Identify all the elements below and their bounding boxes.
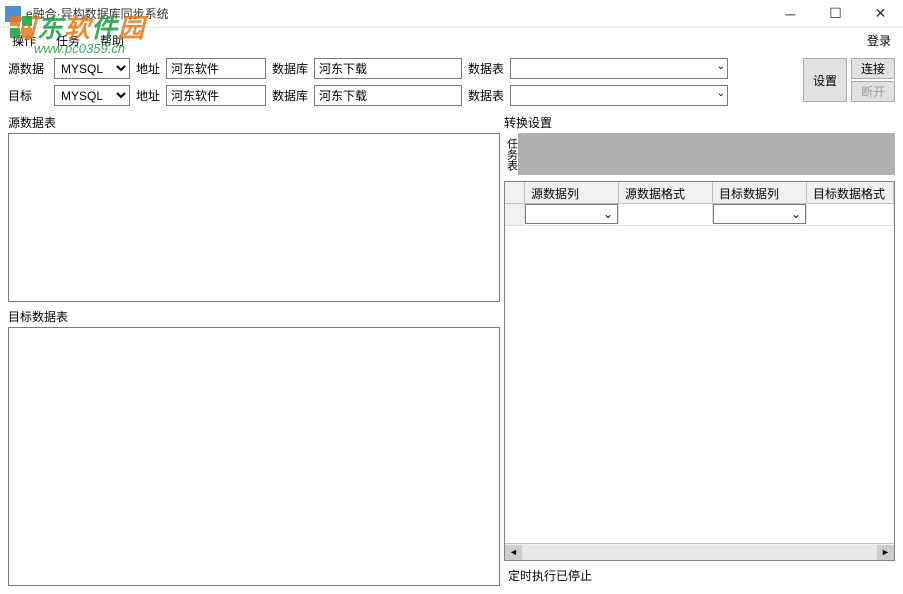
grid-row: ⌄ ⌄ <box>505 204 894 226</box>
scroll-right-icon[interactable]: ► <box>877 545 894 560</box>
mapping-grid: 源数据列 源数据格式 目标数据列 目标数据格式 ⌄ ⌄ ◄ ► <box>504 181 895 561</box>
scroll-left-icon[interactable]: ◄ <box>505 545 522 560</box>
target-label: 目标 <box>8 87 48 104</box>
grid-header-source-format[interactable]: 源数据格式 <box>619 182 713 203</box>
minimize-button[interactable]: ─ <box>768 0 813 28</box>
datatable-label-2: 数据表 <box>468 87 504 104</box>
task-table-label: 任务表 <box>504 133 518 175</box>
grid-header-source-col[interactable]: 源数据列 <box>525 182 619 203</box>
grid-rowheader-cell[interactable] <box>505 204 525 225</box>
settings-button[interactable]: 设置 <box>803 58 847 102</box>
source-row: 源数据 MYSQL 地址 数据库 数据表 ⌄ <box>8 58 728 79</box>
datatable-label: 数据表 <box>468 60 504 77</box>
chevron-down-icon: ⌄ <box>603 207 613 221</box>
source-table-combo[interactable]: ⌄ <box>510 58 728 79</box>
source-address-input[interactable] <box>166 58 266 79</box>
target-table-label: 目标数据表 <box>8 306 500 327</box>
connect-button[interactable]: 连接 <box>851 58 895 79</box>
grid-rowheader <box>505 182 525 203</box>
source-label: 源数据 <box>8 60 48 77</box>
address-label: 地址 <box>136 60 160 77</box>
disconnect-button: 断开 <box>851 81 895 102</box>
horizontal-scrollbar[interactable]: ◄ ► <box>505 543 894 560</box>
target-table-list[interactable] <box>8 327 500 586</box>
grid-cell-target-col[interactable]: ⌄ <box>713 204 807 225</box>
app-icon <box>5 6 21 22</box>
menubar: 操作 任务 帮助 登录 <box>0 28 903 52</box>
chevron-down-icon: ⌄ <box>717 61 725 72</box>
chevron-down-icon: ⌄ <box>791 207 801 221</box>
source-table-label: 源数据表 <box>8 112 500 133</box>
status-timer: 定时执行已停止 <box>504 561 895 586</box>
target-address-input[interactable] <box>166 85 266 106</box>
target-database-input[interactable] <box>314 85 462 106</box>
grid-cell-target-format[interactable] <box>807 204 894 225</box>
content: 源数据表 目标数据表 转换设置 任务表 源数据列 源数据格式 目标数据列 目标数… <box>0 112 903 594</box>
menu-login[interactable]: 登录 <box>863 30 895 51</box>
target-table-combo[interactable]: ⌄ <box>510 85 728 106</box>
target-type-select[interactable]: MYSQL <box>54 85 130 106</box>
source-table-list[interactable] <box>8 133 500 302</box>
close-button[interactable]: ✕ <box>858 0 903 28</box>
chevron-down-icon: ⌄ <box>717 88 725 99</box>
source-type-select[interactable]: MYSQL <box>54 58 130 79</box>
maximize-button[interactable]: ☐ <box>813 0 858 28</box>
grid-cell-source-col[interactable]: ⌄ <box>525 204 619 225</box>
source-database-input[interactable] <box>314 58 462 79</box>
menu-task[interactable]: 任务 <box>52 30 84 51</box>
titlebar: e融合·异构数据库同步系统 ─ ☐ ✕ <box>0 0 903 28</box>
task-bar[interactable] <box>518 133 895 175</box>
address-label-2: 地址 <box>136 87 160 104</box>
menu-operate[interactable]: 操作 <box>8 30 40 51</box>
target-row: 目标 MYSQL 地址 数据库 数据表 ⌄ <box>8 85 728 106</box>
scroll-track[interactable] <box>522 545 877 560</box>
grid-cell-source-format[interactable] <box>619 204 713 225</box>
window-title: e融合·异构数据库同步系统 <box>26 5 169 22</box>
grid-header-target-format[interactable]: 目标数据格式 <box>807 182 894 203</box>
database-label: 数据库 <box>272 60 308 77</box>
menu-help[interactable]: 帮助 <box>96 30 128 51</box>
grid-header-target-col[interactable]: 目标数据列 <box>713 182 807 203</box>
database-label-2: 数据库 <box>272 87 308 104</box>
convert-setting-label: 转换设置 <box>504 112 895 133</box>
toolbar: 源数据 MYSQL 地址 数据库 数据表 ⌄ 目标 MYSQL 地址 数据库 数… <box>0 52 903 112</box>
